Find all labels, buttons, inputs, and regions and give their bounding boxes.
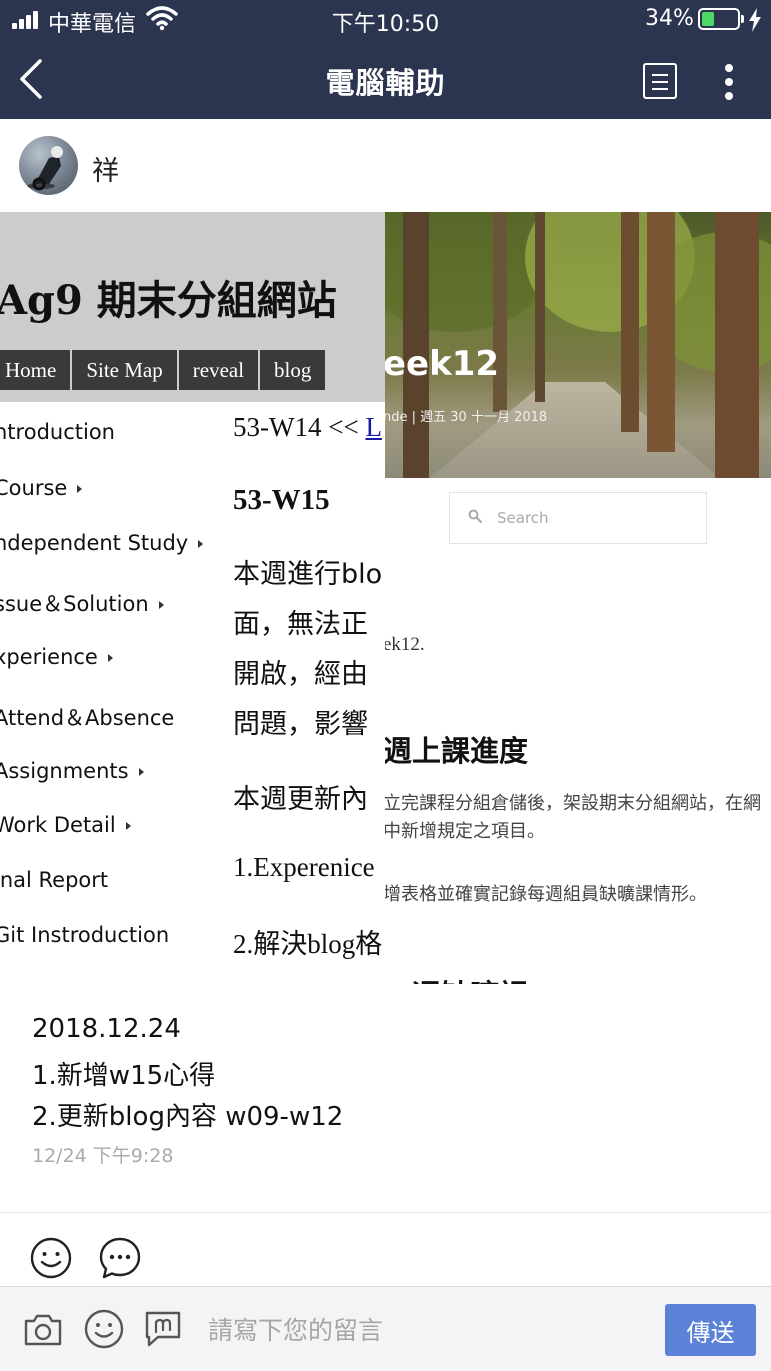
prev-page-line: 53-W14 << L [233, 412, 382, 442]
post-text-line: 2018.12.24 [32, 1014, 181, 1044]
post-text-line: 1.新增w15心得 [32, 1061, 216, 1091]
divider [0, 1212, 771, 1213]
author-name[interactable]: 祥 [92, 149, 119, 188]
content-heading: 53-W15 [233, 484, 330, 516]
battery-percent: 34% [645, 6, 694, 31]
site-nav-sitemap: Site Map [72, 350, 179, 390]
emoji-icon[interactable] [83, 1308, 125, 1350]
hero-image-forest: eek12 nde | 週五 30 十一月 2018 [385, 212, 771, 478]
content-line: 本週更新內 [233, 784, 368, 815]
note-icon[interactable] [643, 63, 677, 99]
menu-item: ntroduction [0, 420, 115, 444]
motorcycle-rider-icon [27, 146, 63, 191]
content-line: 本週進行blo [233, 559, 383, 590]
comment-input[interactable] [208, 1312, 648, 1348]
site-content: 53-W14 << L 53-W15 本週進行blo 面，無法正 開啟，經由 問… [233, 402, 385, 984]
battery-fill [702, 12, 714, 26]
menu-item: Work Detail [0, 813, 131, 837]
site-nav-reveal: reveal [178, 350, 261, 390]
blog-paragraph: 立完課程分組倉儲後，架設期末分組網站，在網 [385, 793, 761, 814]
site-header: Ag9 期末分組網站 Home Site Map reveal blog [0, 212, 385, 402]
caret-right-icon [138, 768, 144, 776]
site-nav-blog: blog [260, 350, 328, 390]
content-line: 問題，影響 [233, 709, 368, 740]
site-title: Ag9 期末分組網站 [0, 277, 337, 324]
caret-right-icon [125, 822, 131, 830]
status-bar: 中華電信 下午10:50 34% [0, 0, 771, 40]
menu-item: xperience [0, 645, 113, 669]
content-item: 1.Experenice [233, 852, 375, 882]
caret-right-icon [107, 654, 113, 662]
menu-item: Assignments [0, 759, 144, 783]
top-bar: 中華電信 下午10:50 34% 電腦輔助 [0, 0, 771, 119]
post-text-line: 2.更新blog內容 w09-w12 [32, 1102, 344, 1132]
menu-item: ssue＆Solution [0, 588, 164, 618]
blog-line: ek12. [385, 634, 425, 655]
battery-icon [698, 8, 744, 30]
menu-item: inal Report [0, 868, 109, 892]
site-nav-home: Home [0, 350, 73, 390]
post-image-site[interactable]: Ag9 期末分組網站 Home Site Map reveal blog ntr… [0, 212, 385, 984]
blog-paragraph: 增表格並確實記錄每週組員缺曠課情形。 [385, 884, 707, 905]
menu-item: Course [0, 476, 83, 500]
more-vertical-icon[interactable] [719, 62, 739, 102]
content-item: 2.解決blog格 [233, 929, 383, 959]
search-placeholder: Search [497, 509, 549, 527]
blog-heading: 週上課進度 [385, 734, 529, 768]
hero-title: eek12 [385, 344, 500, 384]
menu-item: Attend＆Absence [0, 706, 175, 730]
avatar[interactable] [19, 136, 78, 195]
content-line: 開啟，經由 [233, 659, 368, 690]
post-image-blog[interactable]: eek12 nde | 週五 30 十一月 2018 Search ek12. … [385, 212, 771, 984]
caret-right-icon [198, 540, 204, 548]
hero-meta: nde | 週五 30 十一月 2018 [385, 410, 548, 425]
menu-item: Git Instroduction [0, 923, 170, 947]
blog-heading-partial: 一週缺曠課 [385, 972, 528, 984]
blog-search-box: Search [449, 492, 707, 544]
camera-icon[interactable] [22, 1308, 64, 1350]
comment-icon[interactable] [98, 1236, 142, 1280]
send-button[interactable]: 傳送 [665, 1304, 756, 1356]
menu-item: ndependent Study [0, 531, 204, 555]
post-timestamp: 12/24 下午9:28 [32, 1145, 174, 1167]
caret-right-icon [158, 601, 164, 609]
search-icon [468, 509, 482, 523]
site-nav: Home Site Map reveal blog [0, 350, 328, 390]
charging-bolt-icon [749, 8, 761, 32]
sticker-icon[interactable] [142, 1308, 184, 1350]
blog-paragraph: 中新增規定之項目。 [385, 821, 545, 842]
content-line: 面，無法正 [233, 609, 368, 640]
smile-icon[interactable] [29, 1236, 73, 1280]
caret-right-icon [77, 485, 83, 493]
